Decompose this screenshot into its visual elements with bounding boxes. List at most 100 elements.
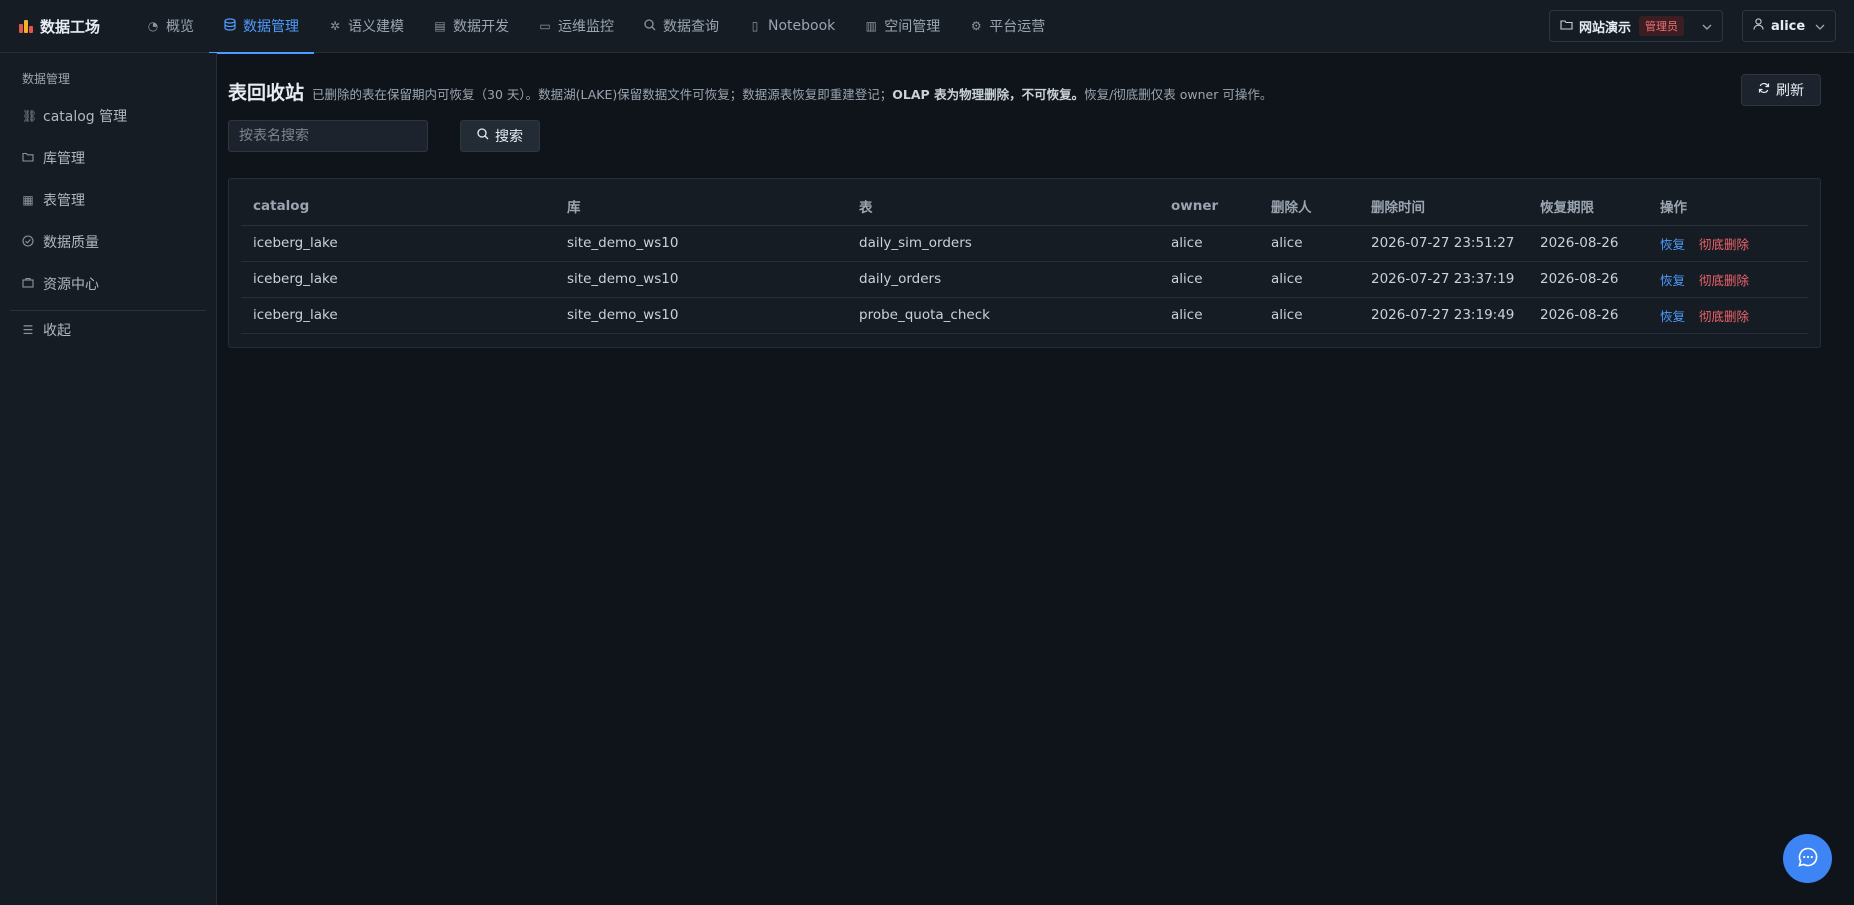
sidebar-item-label: 资源中心 (43, 277, 99, 293)
user-menu[interactable]: alice (1742, 10, 1836, 42)
table-header-row: catalog 库 表 owner 删除人 删除时间 恢复期限 操作 (241, 187, 1808, 226)
nav-item-notebook[interactable]: ▯ Notebook (734, 0, 850, 53)
cell-owner: alice (1159, 225, 1259, 262)
cell-restore-deadline: 2026-08-26 (1528, 297, 1648, 334)
nav-label: 概览 (166, 19, 194, 35)
nav-label: 运维监控 (558, 19, 614, 35)
column-header: 表 (847, 187, 1159, 226)
factory-logo-icon (18, 18, 34, 34)
cell-deleted-at: 2026-07-27 23:37:19 (1359, 261, 1528, 298)
column-header: 删除时间 (1359, 187, 1528, 226)
cell-database: site_demo_ws10 (555, 225, 847, 262)
menu-icon: ☰ (22, 323, 34, 337)
brand-title: 数据工场 (40, 17, 101, 36)
sidebar-item-table[interactable]: ▦ 表管理 (22, 188, 85, 212)
nav-label: 语义建模 (348, 19, 404, 35)
cell-deleted-by: alice (1259, 297, 1359, 334)
cell-database: site_demo_ws10 (555, 297, 847, 334)
description-warning: OLAP 表为物理删除，不可恢复。 (892, 87, 1085, 102)
workspace-select[interactable]: 网站演示 管理员 (1549, 10, 1723, 42)
recycle-bin-table: catalog 库 表 owner 删除人 删除时间 恢复期限 操作 icebe… (241, 187, 1808, 334)
code-file-icon: ▤ (434, 19, 446, 33)
cell-deleted-at: 2026-07-27 23:19:49 (1359, 297, 1528, 334)
restore-button[interactable]: 恢复 (1660, 273, 1685, 288)
search-label: 搜索 (495, 129, 523, 145)
column-header: 删除人 (1259, 187, 1359, 226)
gear-icon: ⚙ (970, 19, 982, 33)
nav-item-data-development[interactable]: ▤ 数据开发 (419, 0, 524, 53)
nav-item-data-management[interactable]: 数据管理 (209, 0, 314, 54)
monitor-icon: ▭ (539, 19, 551, 33)
page-description: 已删除的表在保留期内可恢复（30 天）。数据湖(LAKE)保留数据文件可恢复；数… (312, 84, 1272, 103)
nav-item-data-query[interactable]: 数据查询 (629, 0, 734, 53)
cell-catalog: iceberg_lake (241, 297, 555, 334)
refresh-button[interactable]: 刷新 (1741, 74, 1821, 106)
link-icon: ⛓ (22, 109, 38, 123)
cell-deleted-by: alice (1259, 225, 1359, 262)
nav-label: 空间管理 (884, 19, 941, 35)
sidebar-divider (10, 310, 206, 311)
purge-button[interactable]: 彻底删除 (1699, 273, 1749, 288)
nav-label: 平台运营 (989, 19, 1046, 35)
recycle-bin-table-card: catalog 库 表 owner 删除人 删除时间 恢复期限 操作 icebe… (228, 178, 1821, 348)
nav-label: 数据查询 (663, 19, 719, 35)
nav-label: 数据开发 (453, 19, 509, 35)
column-header: 库 (555, 187, 847, 226)
user-name: alice (1771, 18, 1806, 34)
building-icon: ▥ (865, 19, 877, 33)
nav-item-semantic-modeling[interactable]: ✲ 语义建模 (314, 0, 419, 53)
restore-button[interactable]: 恢复 (1660, 309, 1685, 324)
cell-deleted-at: 2026-07-27 23:51:27 (1359, 225, 1528, 262)
user-icon (1753, 18, 1764, 34)
sidebar-item-label: 收起 (43, 323, 71, 339)
sidebar-collapse-button[interactable]: ☰ 收起 (22, 318, 71, 342)
column-header: catalog (241, 187, 555, 226)
nav-label: Notebook (768, 18, 836, 34)
chevron-down-icon (1702, 20, 1712, 33)
workspace-name: 网站演示 (1579, 20, 1632, 36)
cell-database: site_demo_ws10 (555, 261, 847, 298)
table-row: iceberg_lake site_demo_ws10 daily_orders… (241, 261, 1808, 298)
notebook-icon: ▯ (751, 19, 759, 33)
sidebar-item-resource-center[interactable]: 资源中心 (22, 272, 99, 296)
search-icon (644, 18, 656, 34)
search-button[interactable]: 搜索 (460, 120, 540, 152)
cell-actions: 恢复 彻底删除 (1648, 261, 1808, 298)
cell-deleted-by: alice (1259, 261, 1359, 298)
cell-restore-deadline: 2026-08-26 (1528, 261, 1648, 298)
purge-button[interactable]: 彻底删除 (1699, 237, 1749, 252)
table-row: iceberg_lake site_demo_ws10 daily_sim_or… (241, 225, 1808, 262)
sidebar-item-label: catalog 管理 (43, 109, 128, 125)
nav-item-platform-ops[interactable]: ⚙ 平台运营 (955, 0, 1060, 53)
folder-icon (22, 151, 34, 165)
cell-table: probe_quota_check (847, 297, 1159, 334)
role-badge: 管理员 (1639, 16, 1685, 36)
restore-button[interactable]: 恢复 (1660, 237, 1685, 252)
column-header: owner (1159, 187, 1259, 226)
sidebar-item-data-quality[interactable]: 数据质量 (22, 230, 99, 254)
search-icon (477, 128, 489, 144)
column-header: 恢复期限 (1528, 187, 1648, 226)
nav-item-space-management[interactable]: ▥ 空间管理 (850, 0, 955, 53)
nav-item-ops-monitor[interactable]: ▭ 运维监控 (524, 0, 629, 53)
cell-actions: 恢复 彻底删除 (1648, 225, 1808, 262)
nav-item-overview[interactable]: ◔ 概览 (132, 0, 209, 53)
table-icon: ▦ (22, 193, 34, 207)
chat-assistant-button[interactable] (1783, 834, 1832, 883)
brand[interactable]: 数据工场 (0, 0, 118, 53)
sidebar-item-label: 库管理 (43, 151, 85, 167)
refresh-icon (1758, 82, 1770, 98)
check-circle-icon (22, 234, 34, 250)
cell-owner: alice (1159, 297, 1259, 334)
cell-catalog: iceberg_lake (241, 261, 555, 298)
folder-icon (1560, 19, 1573, 34)
sidebar-item-database[interactable]: 库管理 (22, 146, 85, 170)
table-name-search-input[interactable] (228, 120, 428, 152)
sidebar-item-catalog[interactable]: ⛓ catalog 管理 (22, 104, 127, 128)
main-nav: ◔ 概览 数据管理 ✲ 语义建模 ▤ 数据开发 ▭ 运维监控 数据查询 ▯ No… (132, 0, 1060, 54)
purge-button[interactable]: 彻底删除 (1699, 309, 1749, 324)
chat-bubble-icon (1797, 846, 1819, 872)
sidebar-item-label: 表管理 (43, 193, 85, 209)
sparkle-icon: ✲ (329, 19, 341, 33)
sidebar: 数据管理 ⛓ catalog 管理 库管理 ▦ 表管理 数据质量 资源中心 ☰ … (0, 53, 217, 905)
